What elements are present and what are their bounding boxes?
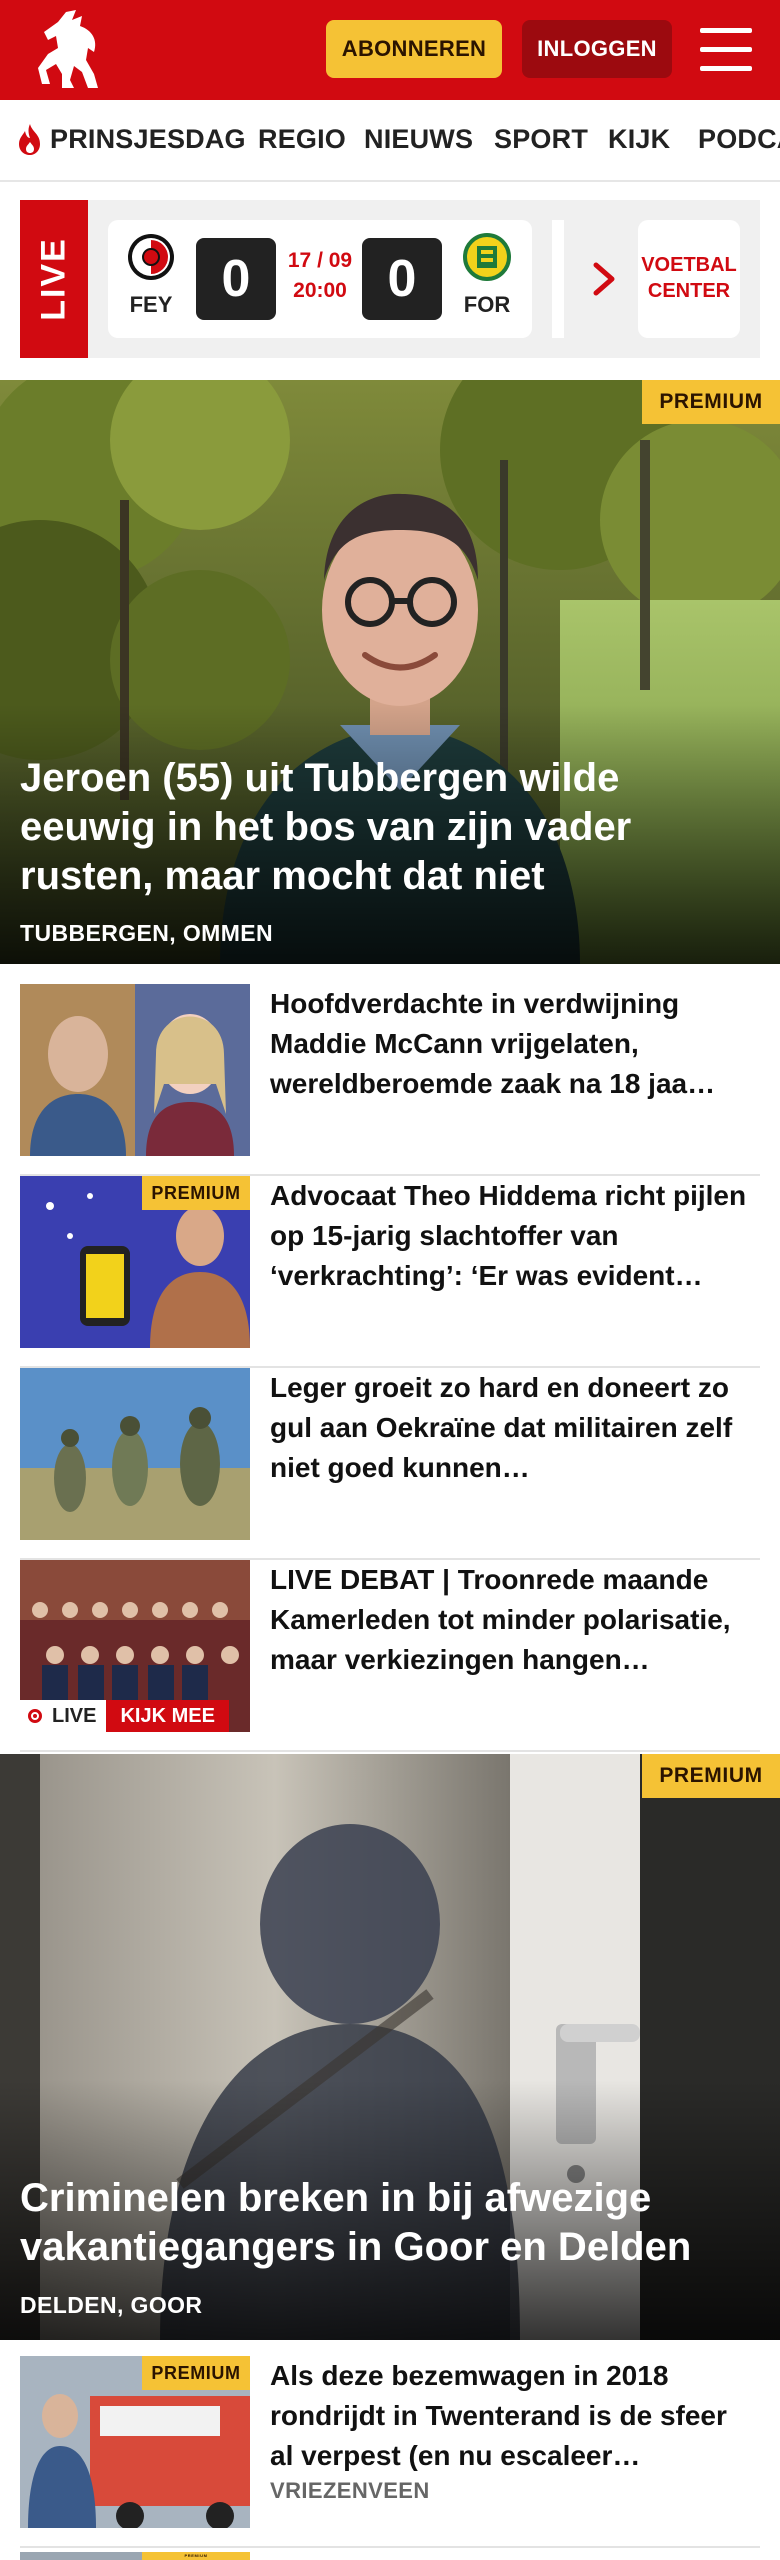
article-title[interactable]: Hoofdverdachte in verdwijning Maddie McC… — [270, 984, 750, 1104]
hero-headline[interactable]: Jeroen (55) uit Tubbergen wilde eeuwig i… — [20, 754, 740, 901]
list-item[interactable]: PREMIUM Als deze bezemwagen in 2018 rond… — [20, 2356, 760, 2548]
hero-article-burglary[interactable]: PREMIUM Criminelen breken in bij afwezig… — [0, 1754, 780, 2340]
hero-location: TUBBERGEN, OMMEN — [20, 920, 274, 946]
hero-location: DELDEN, GOOR — [20, 2292, 203, 2318]
article-title[interactable]: Als deze bezemwagen in 2018 rondrijdt in… — [270, 2356, 750, 2476]
match-datetime: 17 / 09 20:00 — [287, 249, 353, 302]
article-thumbnail — [20, 1368, 250, 1540]
fortuna-logo-icon — [463, 233, 511, 281]
article-title[interactable]: LIVE DEBAT | Troonrede maande Kamerleden… — [270, 1560, 750, 1680]
away-score: 0 — [362, 238, 442, 320]
live-scores-strip: LIVE FEY 0 17 / 09 20:00 0 FOR VOETBAL CE… — [20, 200, 760, 358]
premium-badge: PREMIUM — [142, 2356, 250, 2390]
nav-item-sport[interactable]: SPORT — [494, 124, 588, 155]
article-thumbnail — [20, 984, 250, 1156]
list-item[interactable]: LIVE KIJK MEE LIVE DEBAT | Troonrede maa… — [20, 1560, 760, 1752]
voetbal-center-link[interactable]: VOETBAL CENTER — [638, 220, 740, 338]
premium-badge: PREMIUM — [642, 1754, 780, 1798]
home-score: 0 — [196, 238, 276, 320]
article-title[interactable]: Advocaat Theo Hiddema richt pijlen op 15… — [270, 1176, 750, 1296]
site-header: ABONNEREN INLOGGEN — [0, 0, 780, 100]
nav-item-nieuws[interactable]: NIEUWS — [364, 124, 473, 155]
list-item[interactable]: PREMIUM Advocaat Theo Hiddema richt pijl… — [20, 1176, 760, 1368]
premium-badge: PREMIUM — [142, 2552, 250, 2560]
live-watch-badge[interactable]: LIVE KIJK MEE — [20, 1700, 229, 1732]
premium-badge: PREMIUM — [142, 1176, 250, 1210]
list-item[interactable]: Hoofdverdachte in verdwijning Maddie McC… — [20, 984, 760, 1176]
away-team-name: FOR — [463, 292, 511, 317]
article-title[interactable]: Leger groeit zo hard en doneert zo gul a… — [270, 1368, 750, 1488]
hamburger-menu-icon[interactable] — [700, 28, 752, 72]
nav-item-regio[interactable]: REGIO — [258, 124, 346, 155]
article-location: VRIEZENVEEN — [270, 2478, 430, 2503]
nav-item-podcast[interactable]: PODCA — [698, 124, 780, 155]
section-nav: PRINSJESDAG REGIO NIEUWS SPORT KIJK PODC… — [0, 100, 780, 182]
next-match-card-edge[interactable] — [552, 220, 564, 338]
nav-item-prinsjesdag[interactable]: PRINSJESDAG — [50, 124, 246, 155]
flame-icon — [19, 124, 40, 155]
home-team-name: FEY — [129, 292, 173, 317]
premium-badge: PREMIUM — [642, 380, 780, 424]
tubantia-horse-logo-icon[interactable] — [36, 8, 106, 92]
list-item[interactable]: Leger groeit zo hard en doneert zo gul a… — [20, 1368, 760, 1560]
live-dot-icon — [28, 1709, 42, 1723]
chevron-right-icon[interactable] — [592, 262, 616, 296]
watch-button[interactable]: KIJK MEE — [106, 1700, 229, 1732]
subscribe-button[interactable]: ABONNEREN — [326, 20, 502, 78]
hero-headline[interactable]: Criminelen breken in bij afwezige vakant… — [20, 2174, 740, 2272]
login-button[interactable]: INLOGGEN — [522, 20, 672, 78]
hero-article-tubbergen[interactable]: PREMIUM Jeroen (55) uit Tubbergen wilde … — [0, 380, 780, 964]
nav-item-kijk[interactable]: KIJK — [608, 124, 670, 155]
live-tag: LIVE — [20, 200, 88, 358]
feyenoord-logo-icon — [128, 234, 174, 280]
match-card[interactable]: FEY 0 17 / 09 20:00 0 FOR — [108, 220, 532, 338]
